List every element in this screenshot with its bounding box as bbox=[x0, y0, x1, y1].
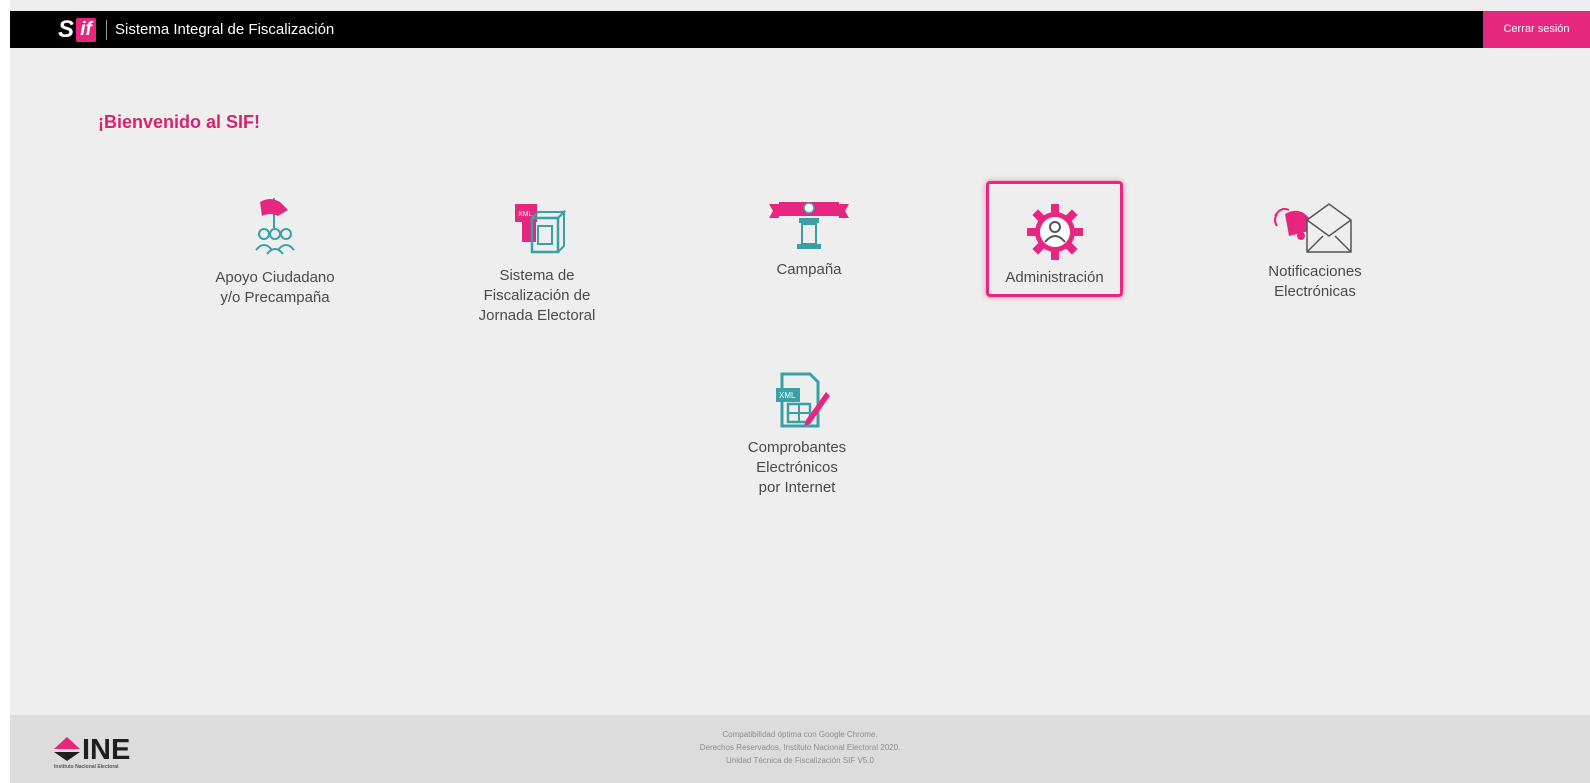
welcome-heading: ¡Bienvenido al SIF! bbox=[98, 112, 261, 132]
gear-user-icon bbox=[1026, 204, 1083, 260]
app-title: Sistema Integral de Fiscalización bbox=[115, 21, 335, 38]
flag-people-icon bbox=[255, 198, 295, 255]
module-notificaciones[interactable]: Notificaciones Electrónicas bbox=[1230, 196, 1400, 302]
xml-ballot-box-icon: XML bbox=[515, 204, 567, 254]
module-label: Campaña bbox=[776, 261, 842, 278]
module-apoyo-ciudadano[interactable]: Apoyo Ciudadano y/o Precampaña bbox=[190, 192, 360, 308]
footer-line: Derechos Reservados, Instituto Nacional … bbox=[699, 743, 901, 752]
logout-button[interactable]: Cerrar sesión bbox=[1483, 11, 1590, 48]
module-label: Apoyo Ciudadano y/o Precampaña bbox=[215, 269, 335, 306]
footer-text: Compatibilidad óptima con Google Chrome.… bbox=[10, 728, 1590, 767]
module-jornada-electoral[interactable]: XML Sistema de Fiscalización de Jornada … bbox=[452, 200, 622, 326]
logo-letters-if: if bbox=[76, 18, 96, 42]
svg-text:XML: XML bbox=[518, 211, 533, 218]
module-label: Comprobantes Electrónicos por Internet bbox=[747, 439, 847, 496]
svg-text:XML: XML bbox=[779, 391, 796, 400]
module-label: Notificaciones Electrónicas bbox=[1268, 263, 1362, 300]
logo-letter-s: S bbox=[58, 16, 75, 43]
module-label: Administración bbox=[1005, 269, 1104, 286]
module-campana[interactable]: Campaña bbox=[724, 196, 894, 280]
footer-line: Compatibilidad óptima con Google Chrome. bbox=[722, 730, 878, 739]
footer-line: Unidad Técnica de Fiscalización SIF V5.0 bbox=[726, 756, 874, 765]
module-label: Sistema de Fiscalización de Jornada Elec… bbox=[478, 267, 596, 324]
top-bar: S if Sistema Integral de Fiscalización C… bbox=[10, 11, 1590, 48]
bell-envelope-icon bbox=[1274, 203, 1352, 253]
xml-document-pen-icon: XML bbox=[776, 372, 830, 428]
module-administracion[interactable]: Administración bbox=[986, 181, 1123, 297]
footer: INE Instituto Nacional Electoral Compati… bbox=[10, 715, 1590, 783]
module-comprobantes[interactable]: XML Comprobantes Electrónicos por Intern… bbox=[712, 370, 882, 498]
header-divider bbox=[106, 20, 107, 40]
podium-banner-icon bbox=[769, 202, 849, 249]
